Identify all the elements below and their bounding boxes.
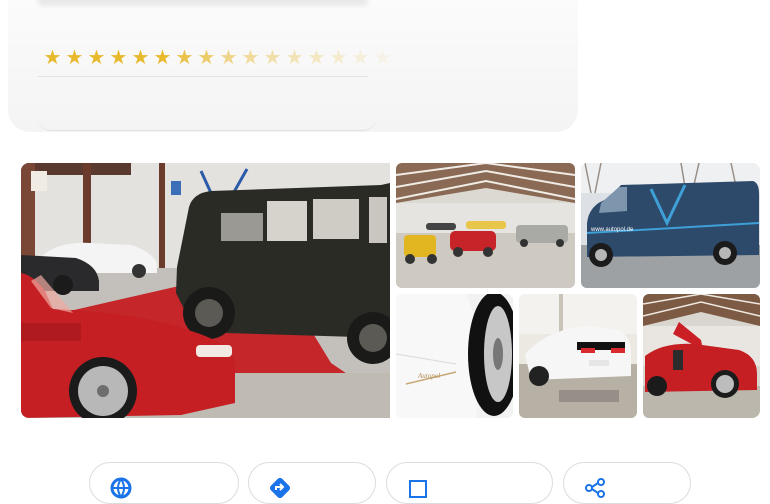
star-icon: ★ [175,47,194,69]
star-icon: ★ [131,47,150,69]
divider [38,76,368,77]
decal-text: Autopol [417,372,440,380]
directions-button[interactable] [248,462,376,504]
showroom-main-image [21,163,390,418]
wheel-image: Autopol [396,294,513,418]
photo-warehouse-collection[interactable] [396,163,575,288]
star-icon: ★ [153,47,172,69]
photo-red-gullwing[interactable] [643,294,760,418]
star-icon: ★ [43,47,62,69]
star-icon: ★ [241,47,260,69]
star-icon: ★ [87,47,106,69]
directions-icon [269,477,291,499]
star-icon: ★ [285,47,304,69]
website-button[interactable] [89,462,239,504]
save-icon [407,477,429,499]
star-icon: ★ [219,47,238,69]
business-title-blurred [38,0,368,6]
photo-white-corvette[interactable] [519,294,637,418]
share-icon [584,477,606,499]
globe-icon [110,477,132,499]
star-icon: ★ [263,47,282,69]
star-icon: ★ [109,47,128,69]
van-sign-text: www.autopol.de [590,227,634,233]
save-button[interactable] [386,462,553,504]
rating-stars: ★ ★ ★ ★ ★ ★ ★ ★ ★ ★ ★ ★ ★ ★ ★ ★ [42,46,393,70]
photo-delivery-van[interactable]: www.autopol.de [581,163,760,288]
star-icon: ★ [197,47,216,69]
star-icon: ★ [351,47,370,69]
star-icon: ★ [373,47,392,69]
warehouse-image [396,163,575,288]
share-button[interactable] [563,462,691,504]
star-icon: ★ [329,47,348,69]
rating-box-edge [36,100,378,131]
corvette-image [519,294,637,418]
gullwing-image [643,294,760,418]
star-icon: ★ [307,47,326,69]
photo-showroom-main[interactable] [21,163,390,418]
van-image: www.autopol.de [581,163,760,288]
star-icon: ★ [65,47,84,69]
business-header-card: ★ ★ ★ ★ ★ ★ ★ ★ ★ ★ ★ ★ ★ ★ ★ ★ [8,0,578,132]
photo-wheel-closeup[interactable]: Autopol [396,294,513,418]
